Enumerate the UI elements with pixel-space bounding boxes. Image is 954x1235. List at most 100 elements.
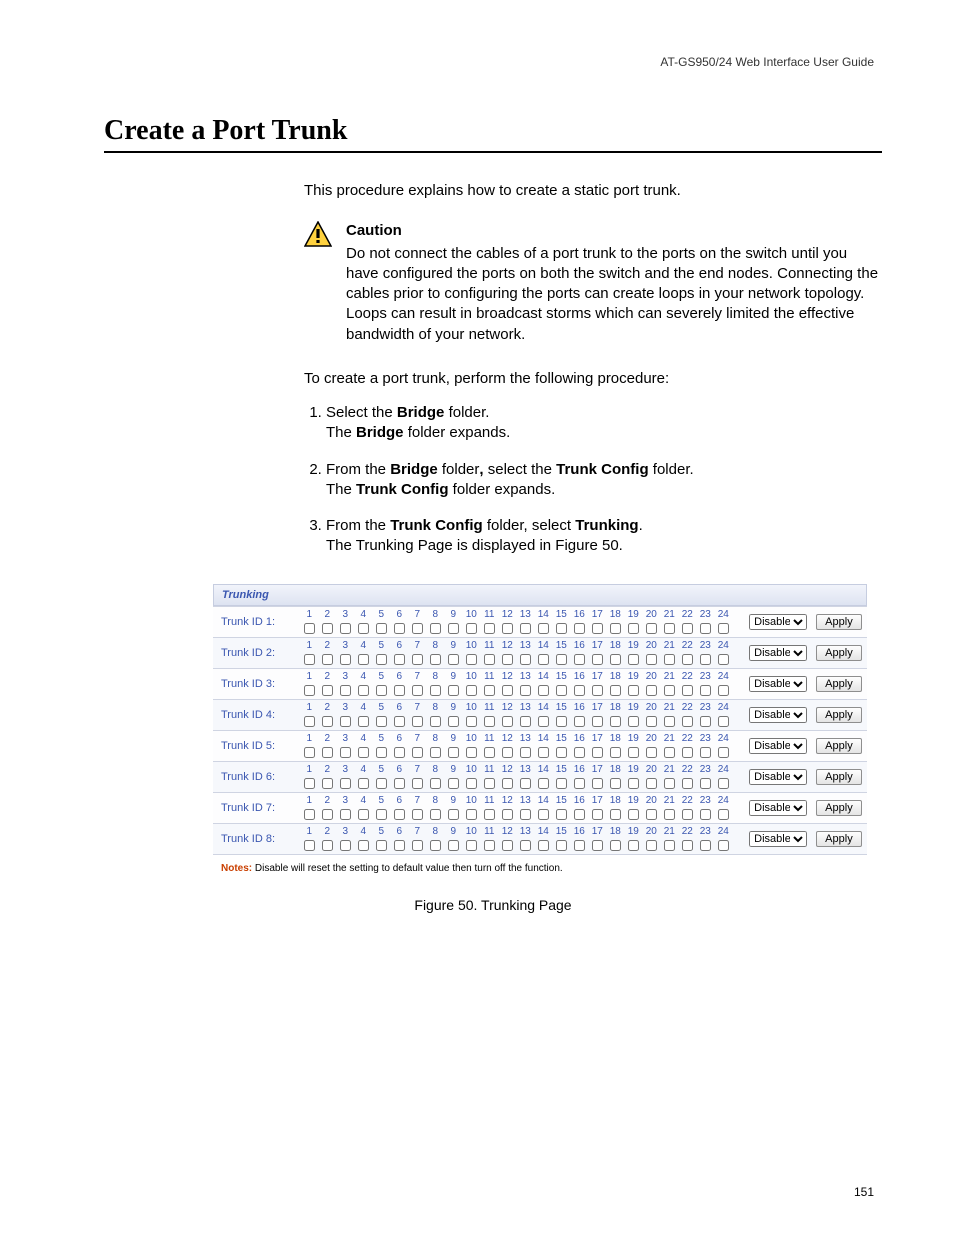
port-checkbox[interactable] xyxy=(610,840,621,851)
port-checkbox[interactable] xyxy=(700,685,711,696)
trunk-state-select[interactable]: Disable xyxy=(749,645,807,661)
port-checkbox[interactable] xyxy=(574,809,585,820)
port-checkbox[interactable] xyxy=(502,685,513,696)
port-checkbox[interactable] xyxy=(610,685,621,696)
port-checkbox[interactable] xyxy=(592,685,603,696)
port-checkbox[interactable] xyxy=(646,778,657,789)
trunk-state-select[interactable]: Disable xyxy=(749,707,807,723)
port-checkbox[interactable] xyxy=(538,778,549,789)
port-checkbox[interactable] xyxy=(682,685,693,696)
port-checkbox[interactable] xyxy=(682,809,693,820)
port-checkbox[interactable] xyxy=(664,840,675,851)
port-checkbox[interactable] xyxy=(682,840,693,851)
port-checkbox[interactable] xyxy=(574,654,585,665)
port-checkbox[interactable] xyxy=(538,654,549,665)
port-checkbox[interactable] xyxy=(520,747,531,758)
port-checkbox[interactable] xyxy=(592,809,603,820)
port-checkbox[interactable] xyxy=(718,778,729,789)
trunk-state-select[interactable]: Disable xyxy=(749,614,807,630)
port-checkbox[interactable] xyxy=(304,654,315,665)
port-checkbox[interactable] xyxy=(556,809,567,820)
port-checkbox[interactable] xyxy=(340,840,351,851)
port-checkbox[interactable] xyxy=(502,716,513,727)
port-checkbox[interactable] xyxy=(718,747,729,758)
port-checkbox[interactable] xyxy=(700,716,711,727)
port-checkbox[interactable] xyxy=(466,747,477,758)
port-checkbox[interactable] xyxy=(538,623,549,634)
port-checkbox[interactable] xyxy=(520,685,531,696)
port-checkbox[interactable] xyxy=(358,840,369,851)
port-checkbox[interactable] xyxy=(628,623,639,634)
port-checkbox[interactable] xyxy=(664,809,675,820)
apply-button[interactable]: Apply xyxy=(816,676,862,692)
port-checkbox[interactable] xyxy=(664,778,675,789)
port-checkbox[interactable] xyxy=(322,685,333,696)
port-checkbox[interactable] xyxy=(484,809,495,820)
port-checkbox[interactable] xyxy=(340,747,351,758)
port-checkbox[interactable] xyxy=(574,747,585,758)
apply-button[interactable]: Apply xyxy=(816,831,862,847)
port-checkbox[interactable] xyxy=(304,716,315,727)
port-checkbox[interactable] xyxy=(556,716,567,727)
port-checkbox[interactable] xyxy=(502,747,513,758)
port-checkbox[interactable] xyxy=(664,654,675,665)
port-checkbox[interactable] xyxy=(340,716,351,727)
port-checkbox[interactable] xyxy=(592,654,603,665)
port-checkbox[interactable] xyxy=(358,654,369,665)
port-checkbox[interactable] xyxy=(430,654,441,665)
port-checkbox[interactable] xyxy=(394,747,405,758)
port-checkbox[interactable] xyxy=(700,623,711,634)
port-checkbox[interactable] xyxy=(304,685,315,696)
port-checkbox[interactable] xyxy=(412,809,423,820)
port-checkbox[interactable] xyxy=(682,654,693,665)
trunk-state-select[interactable]: Disable xyxy=(749,738,807,754)
port-checkbox[interactable] xyxy=(610,809,621,820)
port-checkbox[interactable] xyxy=(466,685,477,696)
port-checkbox[interactable] xyxy=(394,716,405,727)
port-checkbox[interactable] xyxy=(718,623,729,634)
port-checkbox[interactable] xyxy=(628,747,639,758)
apply-button[interactable]: Apply xyxy=(816,707,862,723)
port-checkbox[interactable] xyxy=(358,747,369,758)
port-checkbox[interactable] xyxy=(520,778,531,789)
port-checkbox[interactable] xyxy=(412,747,423,758)
port-checkbox[interactable] xyxy=(448,840,459,851)
port-checkbox[interactable] xyxy=(376,840,387,851)
port-checkbox[interactable] xyxy=(556,685,567,696)
port-checkbox[interactable] xyxy=(484,716,495,727)
port-checkbox[interactable] xyxy=(538,809,549,820)
port-checkbox[interactable] xyxy=(664,685,675,696)
port-checkbox[interactable] xyxy=(592,778,603,789)
port-checkbox[interactable] xyxy=(556,654,567,665)
port-checkbox[interactable] xyxy=(484,654,495,665)
port-checkbox[interactable] xyxy=(538,747,549,758)
port-checkbox[interactable] xyxy=(682,778,693,789)
port-checkbox[interactable] xyxy=(556,747,567,758)
port-checkbox[interactable] xyxy=(628,716,639,727)
port-checkbox[interactable] xyxy=(556,778,567,789)
apply-button[interactable]: Apply xyxy=(816,738,862,754)
port-checkbox[interactable] xyxy=(322,840,333,851)
apply-button[interactable]: Apply xyxy=(816,800,862,816)
port-checkbox[interactable] xyxy=(628,809,639,820)
port-checkbox[interactable] xyxy=(412,654,423,665)
port-checkbox[interactable] xyxy=(520,716,531,727)
port-checkbox[interactable] xyxy=(394,840,405,851)
port-checkbox[interactable] xyxy=(394,809,405,820)
port-checkbox[interactable] xyxy=(340,654,351,665)
port-checkbox[interactable] xyxy=(448,747,459,758)
port-checkbox[interactable] xyxy=(574,685,585,696)
port-checkbox[interactable] xyxy=(394,685,405,696)
port-checkbox[interactable] xyxy=(412,716,423,727)
port-checkbox[interactable] xyxy=(574,716,585,727)
port-checkbox[interactable] xyxy=(448,654,459,665)
port-checkbox[interactable] xyxy=(376,623,387,634)
port-checkbox[interactable] xyxy=(430,685,441,696)
port-checkbox[interactable] xyxy=(340,809,351,820)
port-checkbox[interactable] xyxy=(358,809,369,820)
port-checkbox[interactable] xyxy=(466,716,477,727)
port-checkbox[interactable] xyxy=(358,685,369,696)
port-checkbox[interactable] xyxy=(394,623,405,634)
port-checkbox[interactable] xyxy=(718,716,729,727)
port-checkbox[interactable] xyxy=(484,685,495,696)
